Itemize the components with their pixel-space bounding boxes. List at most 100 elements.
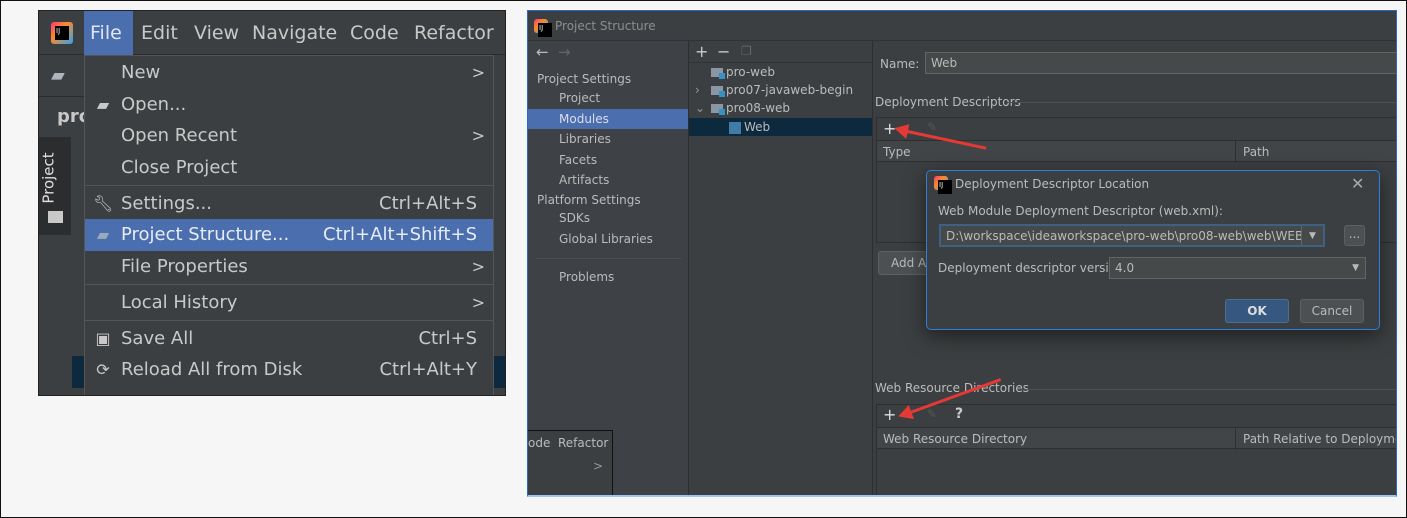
name-label: Name: (880, 57, 920, 71)
menu-refactor[interactable]: Refactor (408, 11, 500, 55)
menu-item-project-structure[interactable]: ▰ Project Structure... Ctrl+Alt+Shift+S (85, 219, 493, 251)
descriptor-label: Web Module Deployment Descriptor (web.xm… (938, 204, 1223, 218)
forward-arrow-icon[interactable]: → (558, 43, 571, 61)
edit-icon[interactable]: ✎ (927, 120, 937, 134)
close-icon[interactable]: ✕ (1351, 174, 1364, 193)
chevron-down-icon[interactable]: ⌄ (695, 99, 711, 117)
label: Open Recent (121, 125, 238, 146)
menu-item-new[interactable]: New > (85, 57, 493, 89)
intellij-logo-icon (534, 19, 552, 37)
shortcut: Ctrl+Alt+S (379, 193, 477, 214)
chevron-right-icon: > (593, 459, 604, 473)
label: pro-web (726, 65, 775, 79)
menu-item-file-properties[interactable]: File Properties > (85, 251, 493, 283)
label: Save All (121, 328, 194, 349)
chevron-down-icon[interactable]: ▼ (1301, 226, 1323, 245)
module-folder-icon (711, 104, 725, 115)
menu-code[interactable]: Code (344, 11, 405, 55)
descriptor-path-combobox[interactable]: D:\workspace\ideaworkspace\pro-web\pro08… (939, 224, 1325, 247)
tree-item-pro07[interactable]: › pro07-javaweb-begin (689, 81, 872, 99)
chevron-right-icon[interactable]: › (695, 81, 711, 99)
window-title: Project Structure (555, 19, 656, 33)
editor-selection-strip (72, 356, 84, 388)
file-menu-dropdown: New > ▰ Open... Open Recent > Close Project… (84, 55, 494, 395)
divider (1019, 389, 1396, 390)
tree-item-web-facet[interactable]: Web (689, 118, 872, 136)
deployment-descriptor-dialog: Deployment Descriptor Location ✕ Web Mod… (926, 170, 1380, 330)
editor-selection-strip (494, 356, 505, 388)
menu-item-save-all[interactable]: ▣ Save All Ctrl+S (85, 323, 493, 355)
column-path-relative[interactable]: Path Relative to Deployment I (1243, 428, 1396, 450)
deployment-descriptors-heading: Deployment Descriptors (875, 95, 1021, 109)
menu-view[interactable]: View (188, 11, 245, 55)
intellij-logo-icon (934, 176, 952, 194)
label: Local History (121, 292, 238, 313)
menu-file[interactable]: File (84, 11, 133, 55)
menu-item-settings[interactable]: 🔧︎ Settings... Ctrl+Alt+S (85, 188, 493, 220)
menu-item-open[interactable]: ▰ Open... (85, 89, 493, 121)
dialog-title: Deployment Descriptor Location (955, 177, 1150, 191)
name-input[interactable]: Web (925, 52, 1396, 74)
web-resource-directories-heading: Web Resource Directories (875, 381, 1029, 395)
toolbar: ▰ (39, 55, 84, 97)
sidebar-item-libraries[interactable]: Libraries (528, 129, 688, 149)
sidebar-item-artifacts[interactable]: Artifacts (528, 170, 688, 190)
label: Project Structure... (121, 224, 290, 245)
edit-icon[interactable]: ✎ (927, 407, 937, 421)
add-icon[interactable]: + (695, 42, 708, 61)
tree-item-pro-web[interactable]: pro-web (689, 63, 872, 81)
copy-icon[interactable]: ❐ (741, 44, 752, 58)
column-type[interactable]: Type (883, 141, 911, 163)
table-header: Web Resource Directory Path Relative to … (877, 427, 1396, 450)
save-icon: ▣ (95, 329, 111, 348)
back-arrow-icon[interactable]: ← (536, 43, 549, 61)
folder-icon (48, 211, 63, 223)
section-project-settings: Project Settings (537, 72, 632, 86)
menu-separator (85, 284, 493, 285)
sidebar-item-global-libraries[interactable]: Global Libraries (528, 229, 688, 249)
folder-open-icon[interactable]: ▰ (51, 65, 65, 86)
label: New (121, 62, 161, 83)
title-bar: Project Structure (528, 11, 1396, 41)
label: pro08-web (726, 101, 791, 115)
sidebar-item-project[interactable]: Project (528, 88, 688, 108)
menu-item-close-project[interactable]: Close Project (85, 152, 493, 184)
chevron-right-icon: > (471, 257, 485, 276)
chevron-down-icon: ▼ (1352, 263, 1359, 273)
background-menu-fragment: ode Refactor > (528, 430, 613, 495)
module-folder-icon (711, 68, 725, 79)
sidebar-item-facets[interactable]: Facets (528, 150, 688, 170)
menu-item-reload-all[interactable]: ⟳ Reload All from Disk Ctrl+Alt+Y (85, 354, 493, 386)
label: Close Project (121, 157, 238, 178)
add-resource-icon[interactable]: + (883, 405, 896, 424)
reload-icon: ⟳ (96, 360, 110, 379)
menu-separator (85, 320, 493, 321)
version-value: 4.0 (1115, 261, 1135, 275)
browse-button[interactable]: ... (1344, 225, 1365, 246)
sidebar-item-modules[interactable]: Modules (528, 109, 688, 129)
menu-edit[interactable]: Edit (135, 11, 184, 55)
remove-icon[interactable]: − (717, 42, 730, 61)
descriptor-path-value: D:\workspace\ideaworkspace\pro-web\pro08… (946, 229, 1325, 243)
module-folder-icon (711, 86, 725, 97)
help-icon[interactable]: ? (955, 406, 963, 422)
chevron-right-icon: > (471, 293, 485, 312)
sidebar-item-sdks[interactable]: SDKs (528, 208, 688, 228)
section-platform-settings: Platform Settings (537, 193, 641, 207)
label: Web (744, 120, 771, 134)
ide-file-menu-screenshot: File Edit View Navigate Code Refactor ▰ … (38, 10, 506, 396)
menu-navigate[interactable]: Navigate (246, 11, 343, 55)
menu-bar: File Edit View Navigate Code Refactor (39, 11, 505, 55)
menu-item-local-history[interactable]: Local History > (85, 287, 493, 319)
ok-button[interactable]: OK (1225, 299, 1289, 323)
sidebar-item-problems[interactable]: Problems (528, 267, 688, 287)
project-tool-tab[interactable]: Project (39, 137, 71, 235)
tree-item-pro08[interactable]: ⌄ pro08-web (689, 99, 872, 117)
column-divider (1235, 428, 1236, 450)
column-web-resource-directory[interactable]: Web Resource Directory (883, 428, 1027, 450)
wrench-icon: 🔧︎ (93, 194, 114, 213)
menu-item-open-recent[interactable]: Open Recent > (85, 120, 493, 152)
version-select[interactable]: 4.0 ▼ (1109, 257, 1366, 279)
column-path[interactable]: Path (1243, 141, 1269, 163)
cancel-button[interactable]: Cancel (1300, 299, 1364, 323)
